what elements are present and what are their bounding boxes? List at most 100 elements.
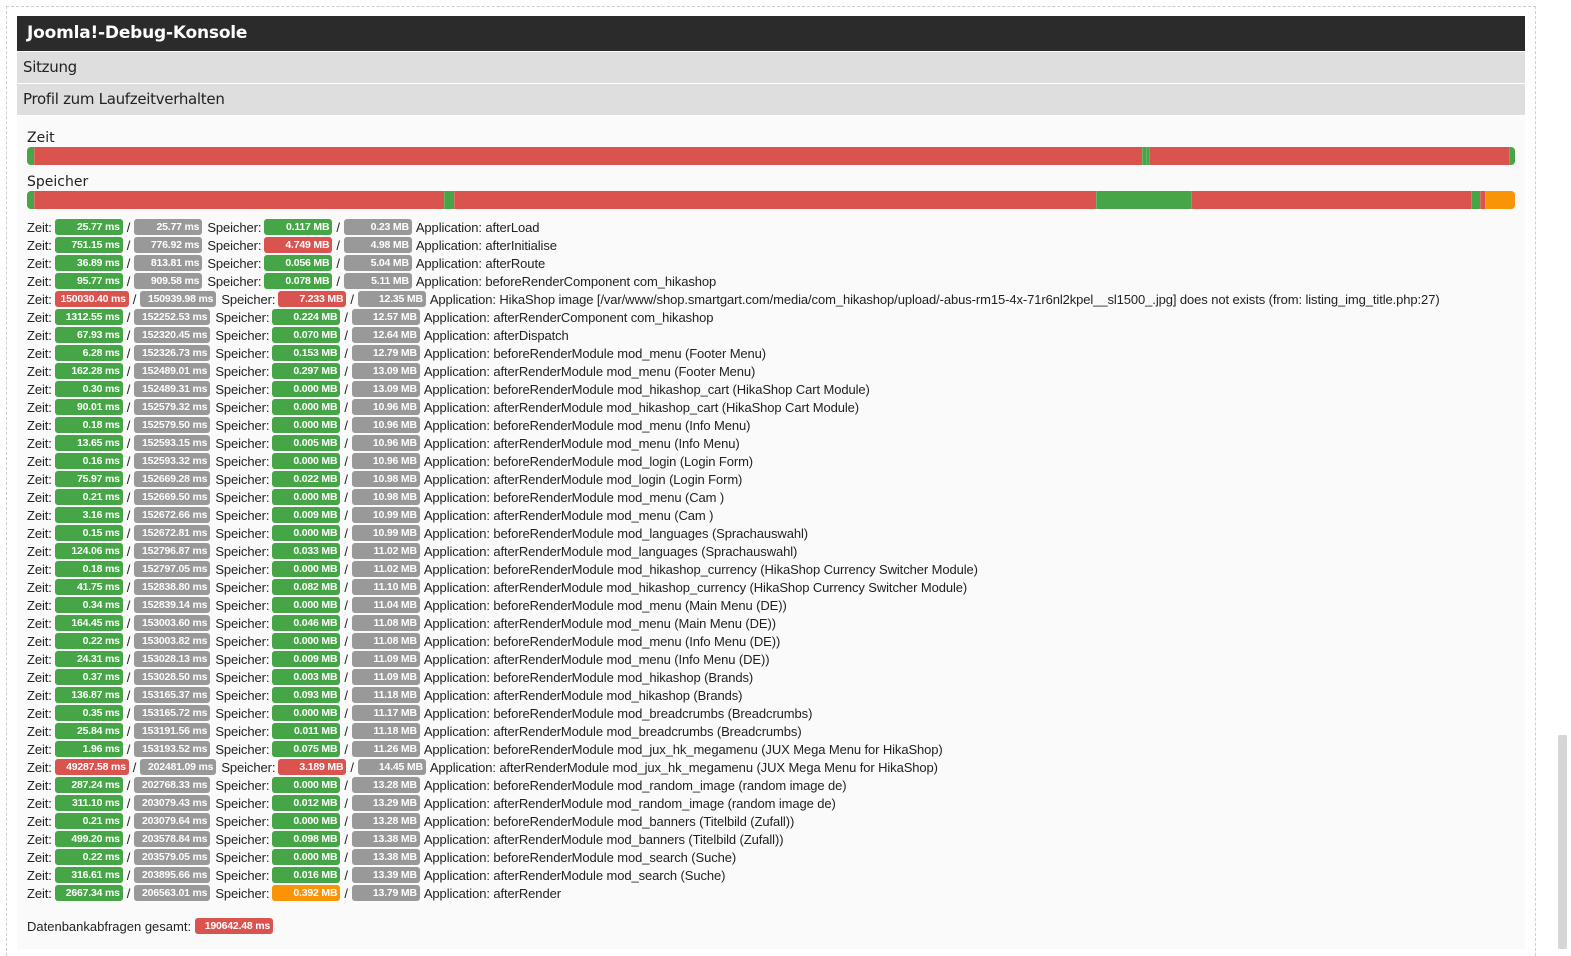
total-time-badge: 152797.05 ms	[134, 561, 211, 577]
time-label: Zeit:	[27, 363, 52, 379]
time-bar-segment	[1148, 147, 1510, 165]
separator: /	[126, 885, 131, 901]
memory-label: Speicher:	[207, 219, 262, 235]
profile-message: Application: afterRenderModule mod_bread…	[423, 723, 802, 739]
time-badge: 316.61 ms	[54, 867, 123, 883]
time-label: Zeit:	[27, 579, 52, 595]
memory-badge: 4.749 MB	[264, 237, 333, 253]
separator: /	[344, 849, 348, 865]
separator: /	[126, 561, 131, 577]
total-time-badge: 203578.84 ms	[134, 831, 211, 847]
scrollbar-thumb[interactable]	[1558, 735, 1567, 949]
memory-badge: 0.078 MB	[264, 273, 333, 289]
section-session[interactable]: Sitzung	[17, 52, 1525, 83]
profile-message: Application: beforeRenderModule mod_menu…	[423, 633, 781, 649]
time-label: Zeit:	[27, 813, 52, 829]
separator: /	[344, 543, 348, 559]
time-label: Zeit:	[27, 651, 52, 667]
profile-row: Zeit: 0.15 ms/152672.81 ms Speicher: 0.000 …	[27, 524, 1440, 542]
profile-message: Application: beforeRenderModule mod_hika…	[423, 669, 754, 685]
memory-badge: 0.000 MB	[272, 597, 341, 613]
memory-bar-segment	[454, 191, 1096, 209]
total-memory-badge: 11.26 MB	[351, 741, 420, 757]
total-time-badge: 152672.81 ms	[134, 525, 211, 541]
profile-message: Application: beforeRenderComponent com_h…	[415, 273, 717, 289]
total-memory-badge: 11.18 MB	[351, 687, 420, 703]
total-time-badge: 153028.50 ms	[134, 669, 211, 685]
separator: /	[126, 363, 131, 379]
time-badge: 0.22 ms	[54, 633, 123, 649]
separator: /	[126, 417, 131, 433]
time-badge: 49287.58 ms	[54, 759, 129, 775]
profile-row: Zeit: 0.34 ms/152839.14 ms Speicher: 0.000 …	[27, 596, 1440, 614]
separator: /	[126, 687, 131, 703]
time-badge: 0.18 ms	[54, 561, 123, 577]
total-memory-badge: 10.96 MB	[351, 417, 420, 433]
memory-label: Speicher:	[215, 651, 270, 667]
profile-message: Application: afterRenderModule mod_menu …	[423, 651, 770, 667]
memory-badge: 0.000 MB	[272, 849, 341, 865]
profile-message: Application: afterInitialise	[415, 237, 557, 253]
memory-badge: 0.000 MB	[272, 489, 341, 505]
separator: /	[336, 255, 340, 271]
time-label: Zeit:	[27, 507, 52, 523]
separator: /	[344, 471, 348, 487]
db-query-summary: Datenbankabfragen gesamt: 190642.48 ms	[27, 918, 274, 934]
separator: /	[126, 831, 131, 847]
profile-row: Zeit: 0.37 ms/153028.50 ms Speicher: 0.003 …	[27, 668, 1440, 686]
memory-label: Speicher:	[215, 471, 270, 487]
time-bar-segment	[34, 147, 1142, 165]
total-memory-badge: 13.38 MB	[351, 831, 420, 847]
separator: /	[336, 219, 340, 235]
time-badge: 287.24 ms	[54, 777, 123, 793]
total-memory-badge: 11.04 MB	[351, 597, 420, 613]
memory-label: Speicher:	[215, 561, 270, 577]
memory-badge: 0.000 MB	[272, 381, 341, 397]
memory-badge: 0.098 MB	[272, 831, 341, 847]
separator: /	[344, 579, 348, 595]
profile-row: Zeit: 25.84 ms/153191.56 ms Speicher: 0.011…	[27, 722, 1440, 740]
memory-badge: 0.056 MB	[264, 255, 333, 271]
total-time-badge: 152839.14 ms	[134, 597, 211, 613]
profile-message: Application: afterRender	[423, 885, 561, 901]
memory-badge: 0.000 MB	[272, 813, 341, 829]
time-label: Zeit:	[27, 273, 52, 289]
profile-row: Zeit: 90.01 ms/152579.32 ms Speicher: 0.000…	[27, 398, 1440, 416]
separator: /	[126, 777, 131, 793]
separator: /	[344, 363, 348, 379]
profile-message: Application: beforeRenderModule mod_menu…	[423, 417, 751, 433]
memory-badge: 7.233 MB	[278, 291, 347, 307]
profile-message: Application: afterRenderModule mod_hikas…	[423, 579, 968, 595]
time-badge: 75.97 ms	[54, 471, 123, 487]
time-badge: 124.06 ms	[54, 543, 123, 559]
memory-badge: 0.000 MB	[272, 705, 341, 721]
total-memory-badge: 12.64 MB	[351, 327, 420, 343]
time-badge: 0.22 ms	[54, 849, 123, 865]
time-badge: 751.15 ms	[54, 237, 123, 253]
time-label: Zeit:	[27, 687, 52, 703]
profile-message: Application: beforeRenderModule mod_brea…	[423, 705, 813, 721]
time-label: Zeit:	[27, 381, 52, 397]
profile-message: Application: afterRenderModule mod_login…	[423, 471, 743, 487]
section-profile[interactable]: Profil zum Laufzeitverhalten	[17, 84, 1525, 115]
time-label: Zeit:	[27, 309, 52, 325]
separator: /	[126, 381, 131, 397]
separator: /	[344, 867, 348, 883]
separator: /	[126, 795, 131, 811]
memory-badge: 0.000 MB	[272, 633, 341, 649]
total-time-badge: 152593.32 ms	[134, 453, 211, 469]
total-memory-badge: 12.35 MB	[357, 291, 426, 307]
memory-label: Speicher:	[215, 795, 270, 811]
time-badge: 499.20 ms	[54, 831, 123, 847]
memory-label: Speicher:	[215, 849, 270, 865]
total-memory-badge: 11.02 MB	[351, 543, 420, 559]
memory-label: Speicher:	[215, 615, 270, 631]
total-memory-badge: 4.98 MB	[343, 237, 412, 253]
total-memory-badge: 14.45 MB	[357, 759, 426, 775]
total-memory-badge: 13.79 MB	[351, 885, 420, 901]
profile-row: Zeit: 1312.55 ms/152252.53 ms Speicher: 0.2…	[27, 308, 1440, 326]
profile-message: Application: afterRenderModule mod_rando…	[423, 795, 836, 811]
total-memory-badge: 10.98 MB	[351, 489, 420, 505]
profile-message: Application: beforeRenderModule mod_rand…	[423, 777, 847, 793]
profile-message: Application: beforeRenderModule mod_sear…	[423, 849, 737, 865]
